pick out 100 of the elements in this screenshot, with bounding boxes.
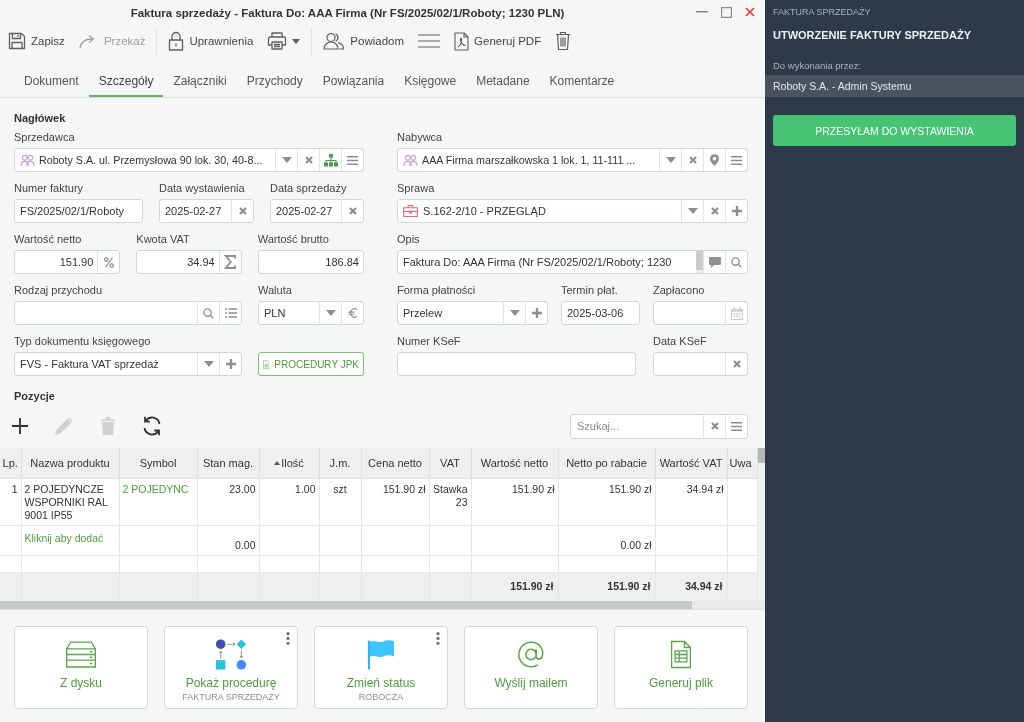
date-field[interactable]: 2025-02-27 [159,199,254,223]
contacts-icon [403,153,418,167]
column-header[interactable]: Ilość [259,448,319,479]
field-label: Wartość brutto [257,232,329,246]
tab[interactable]: Przychody [236,66,313,97]
tab[interactable]: Załączniki [163,66,237,97]
plus-icon [225,359,236,369]
field-label: Sprzedawca [14,130,75,144]
caret-down-icon [509,310,520,316]
search-field[interactable]: Szukaj... [570,413,748,439]
tab[interactable]: Komentarze [539,66,625,97]
column-header[interactable]: J.m. [319,448,361,479]
list-icon [224,308,237,318]
field-label: Sprawa [397,181,435,195]
add-item-link[interactable]: Kliknij aby dodać [21,525,119,556]
date-field[interactable]: 2025-03-06 [561,301,640,325]
window-title: Faktura sprzedaży - Faktura Do: AAA Firma (Nr FS/2025/02/1/Roboty; 1230 PLN) [129,6,566,19]
maximize-button[interactable] [719,5,733,19]
field-label: Termin płat. [561,283,618,297]
add-button[interactable] [9,415,31,437]
column-header[interactable]: Symbol [119,448,197,479]
column-header[interactable]: Netto po rabacie [558,448,655,479]
menu-icon [347,155,358,165]
save-button[interactable]: Zapisz [3,27,70,55]
column-header[interactable]: VAT [429,448,471,479]
date-field[interactable] [653,301,748,325]
table-cell: 0.00 [197,525,259,556]
action-tile[interactable]: Generuj plik [614,625,748,709]
table-cell: 151.90 zł [471,478,558,526]
column-header[interactable]: Nazwa produktu [21,448,119,479]
column-header[interactable]: Cena netto [361,448,429,479]
field-label: Rodzaj przychodu [14,283,103,297]
lookup-field[interactable] [14,301,242,325]
close-icon [688,156,697,164]
amount-field[interactable]: 151.90 [14,250,121,274]
jpk-procedures-button[interactable]: PROCEDURY JPK [258,352,364,376]
close-icon [710,207,719,215]
tab[interactable]: Metadane [466,66,540,97]
select-field[interactable]: FVS - Faktura VAT sprzedaż [14,352,242,376]
structure-button[interactable] [319,149,341,171]
action-tile[interactable]: Wyślij mailem [464,625,598,709]
plus-icon [731,206,742,216]
contact-combo[interactable]: AAA Firma marszałkowska 1 lok. 1, 11-111 ... [397,148,748,172]
generate-pdf-button[interactable]: Generuj PDF [449,27,547,55]
table-cell: szt [319,478,361,526]
more-options-icon[interactable] [286,631,290,645]
table-cell: 34.94 zł [655,478,727,526]
vertical-scrollbar[interactable] [757,448,765,601]
contact-combo[interactable]: Roboty S.A. ul. Przemysłowa 90 lok. 30, 40-8... [14,148,364,172]
case-combo[interactable]: S.162-2/10 - PRZEGLĄD [397,199,748,223]
date-field[interactable] [653,352,748,376]
close-icon [745,7,755,17]
text-field[interactable] [397,352,636,376]
caret-down-icon [292,38,301,44]
more-options-icon[interactable] [436,631,440,645]
table-cell: 2 POJEDYNCZE WSPORNIKI RAL 9001 IP55 [21,478,119,526]
total-cell: 34.94 zł [655,572,727,601]
select-field[interactable]: PLN [258,301,364,325]
horizontal-scrollbar[interactable] [0,600,765,609]
section-title: Nagłówek [14,111,66,126]
close-icon [710,422,719,430]
map-pin-icon [710,154,719,166]
refresh-button[interactable] [141,415,163,437]
field-label: Data wystawienia [159,181,245,195]
tab[interactable]: Księgowe [394,66,467,97]
memo-scrollbar[interactable] [696,251,703,273]
total-cell: 151.90 zł [471,572,558,601]
plus-icon [12,418,28,434]
column-header[interactable]: Uwa [727,448,757,479]
euro-icon [347,307,358,319]
tab[interactable]: Powiązania [312,66,395,97]
section-title: Pozycje [14,389,55,403]
column-header[interactable]: Wartość VAT [655,448,727,479]
permissions-button[interactable]: Uprawnienia [163,27,259,55]
amount-field[interactable]: 186.84 [257,250,364,274]
tab[interactable]: Dokument [14,66,89,97]
trash-icon [555,31,572,51]
notify-button[interactable]: Powiadom [318,27,410,55]
field-label: Typ dokumentu księgowego [14,334,151,348]
memo-field[interactable]: Faktura Do: AAA Firma (Nr FS/2025/02/1/Roboty; 1230 [397,250,748,274]
select-field[interactable]: Przelew [397,301,548,325]
text-field[interactable]: FS/2025/02/1/Roboty [14,199,143,223]
action-tile[interactable]: Zmień status ROBOCZA [314,625,448,709]
field-label: Forma płatności [397,283,476,297]
trash-icon [101,417,115,435]
field-label: Wartość netto [14,232,82,246]
pencil-icon [54,416,74,436]
amount-field[interactable]: 34.94 [136,250,242,274]
action-tile[interactable]: Pokaż procedurę FAKTURA SPRZEDAZY [164,625,298,709]
close-button[interactable] [743,5,757,19]
field-label: Numer KSeF [397,334,461,348]
document-icon [263,357,270,371]
column-header[interactable]: Wartość netto [471,448,558,479]
column-header[interactable]: Stan mag. [197,448,259,479]
date-field[interactable]: 2025-02-27 [270,199,364,223]
symbol-link[interactable]: 2 POJEDYNC [119,478,197,526]
column-header[interactable]: Lp. [0,448,21,479]
close-icon [732,360,741,368]
people-icon [323,32,346,50]
tab[interactable]: Szczegóły [88,66,164,97]
